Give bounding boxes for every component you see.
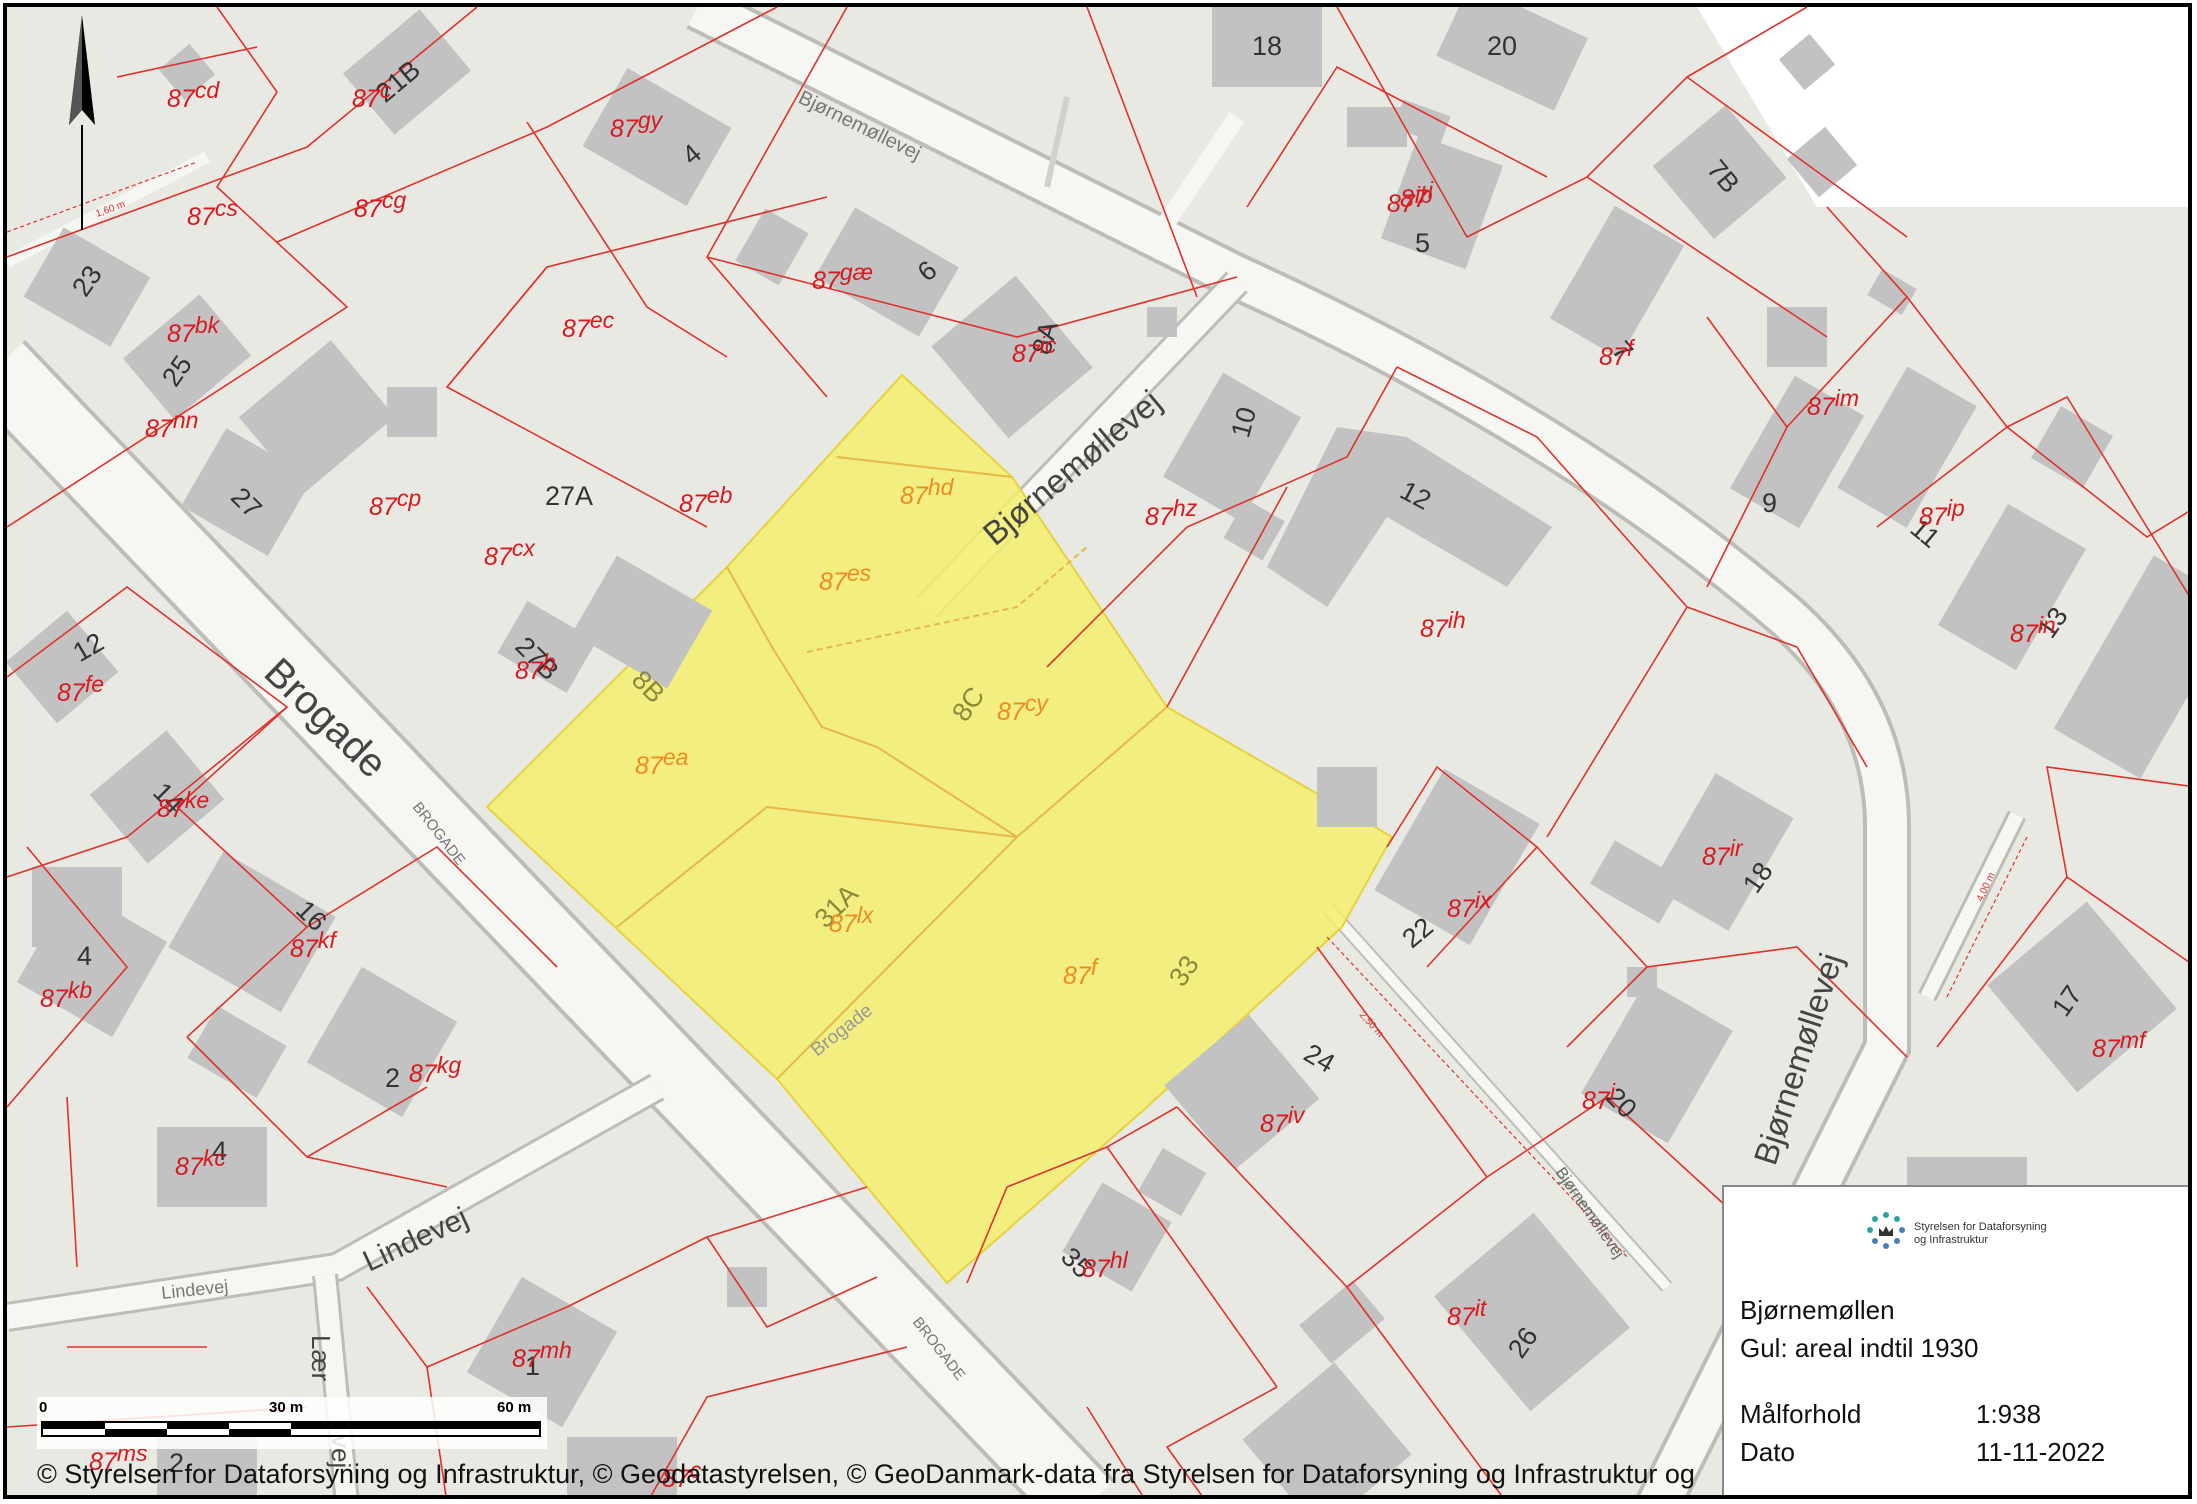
house-number: 18 [1252, 31, 1282, 61]
scale-tick-30m: 30 m [269, 1399, 304, 1416]
scale-tick-0: 0 [39, 1399, 48, 1416]
house-number: 9 [1762, 488, 1777, 518]
date-label: Dato [1740, 1437, 1795, 1467]
house-number: 4 [77, 941, 92, 971]
map-frame: 1,60 m 2,50 m 4,00 m Brogade BROGADE BRO… [3, 3, 2192, 1499]
legend-note: Gul: areal indtil 1930 [1740, 1333, 1979, 1363]
scale-tick-60m: 60 m [497, 1399, 532, 1416]
scale-value: 1:938 [1976, 1399, 2042, 1429]
copyright-notice: © Styrelsen for Dataforsyning og Infrast… [37, 1459, 1695, 1489]
agency-logo: Styrelsen for Dataforsyning og Infrastru… [1864, 1209, 2064, 1257]
legend-box: Styrelsen for Dataforsyning og Infrastru… [1722, 1185, 2188, 1495]
house-number: 5 [1415, 228, 1430, 258]
house-number: 20 [1487, 31, 1517, 61]
scale-label: Målforhold [1740, 1399, 1862, 1429]
house-number: 27A [545, 481, 593, 511]
legend-place: Bjørnemøllen [1740, 1295, 1895, 1325]
house-number: 2 [385, 1063, 400, 1093]
scale-bar: 0 30 m 60 m [37, 1397, 547, 1449]
street-label-laer: Lær [306, 1335, 336, 1382]
date-value: 11-11-2022 [1976, 1437, 2106, 1467]
agency-name-line2: og Infrastruktur [1914, 1234, 1988, 1246]
scale-bar-graphic [41, 1421, 541, 1437]
crown-dots-icon [1867, 1212, 1905, 1249]
agency-name-line1: Styrelsen for Dataforsyning [1914, 1221, 2047, 1233]
